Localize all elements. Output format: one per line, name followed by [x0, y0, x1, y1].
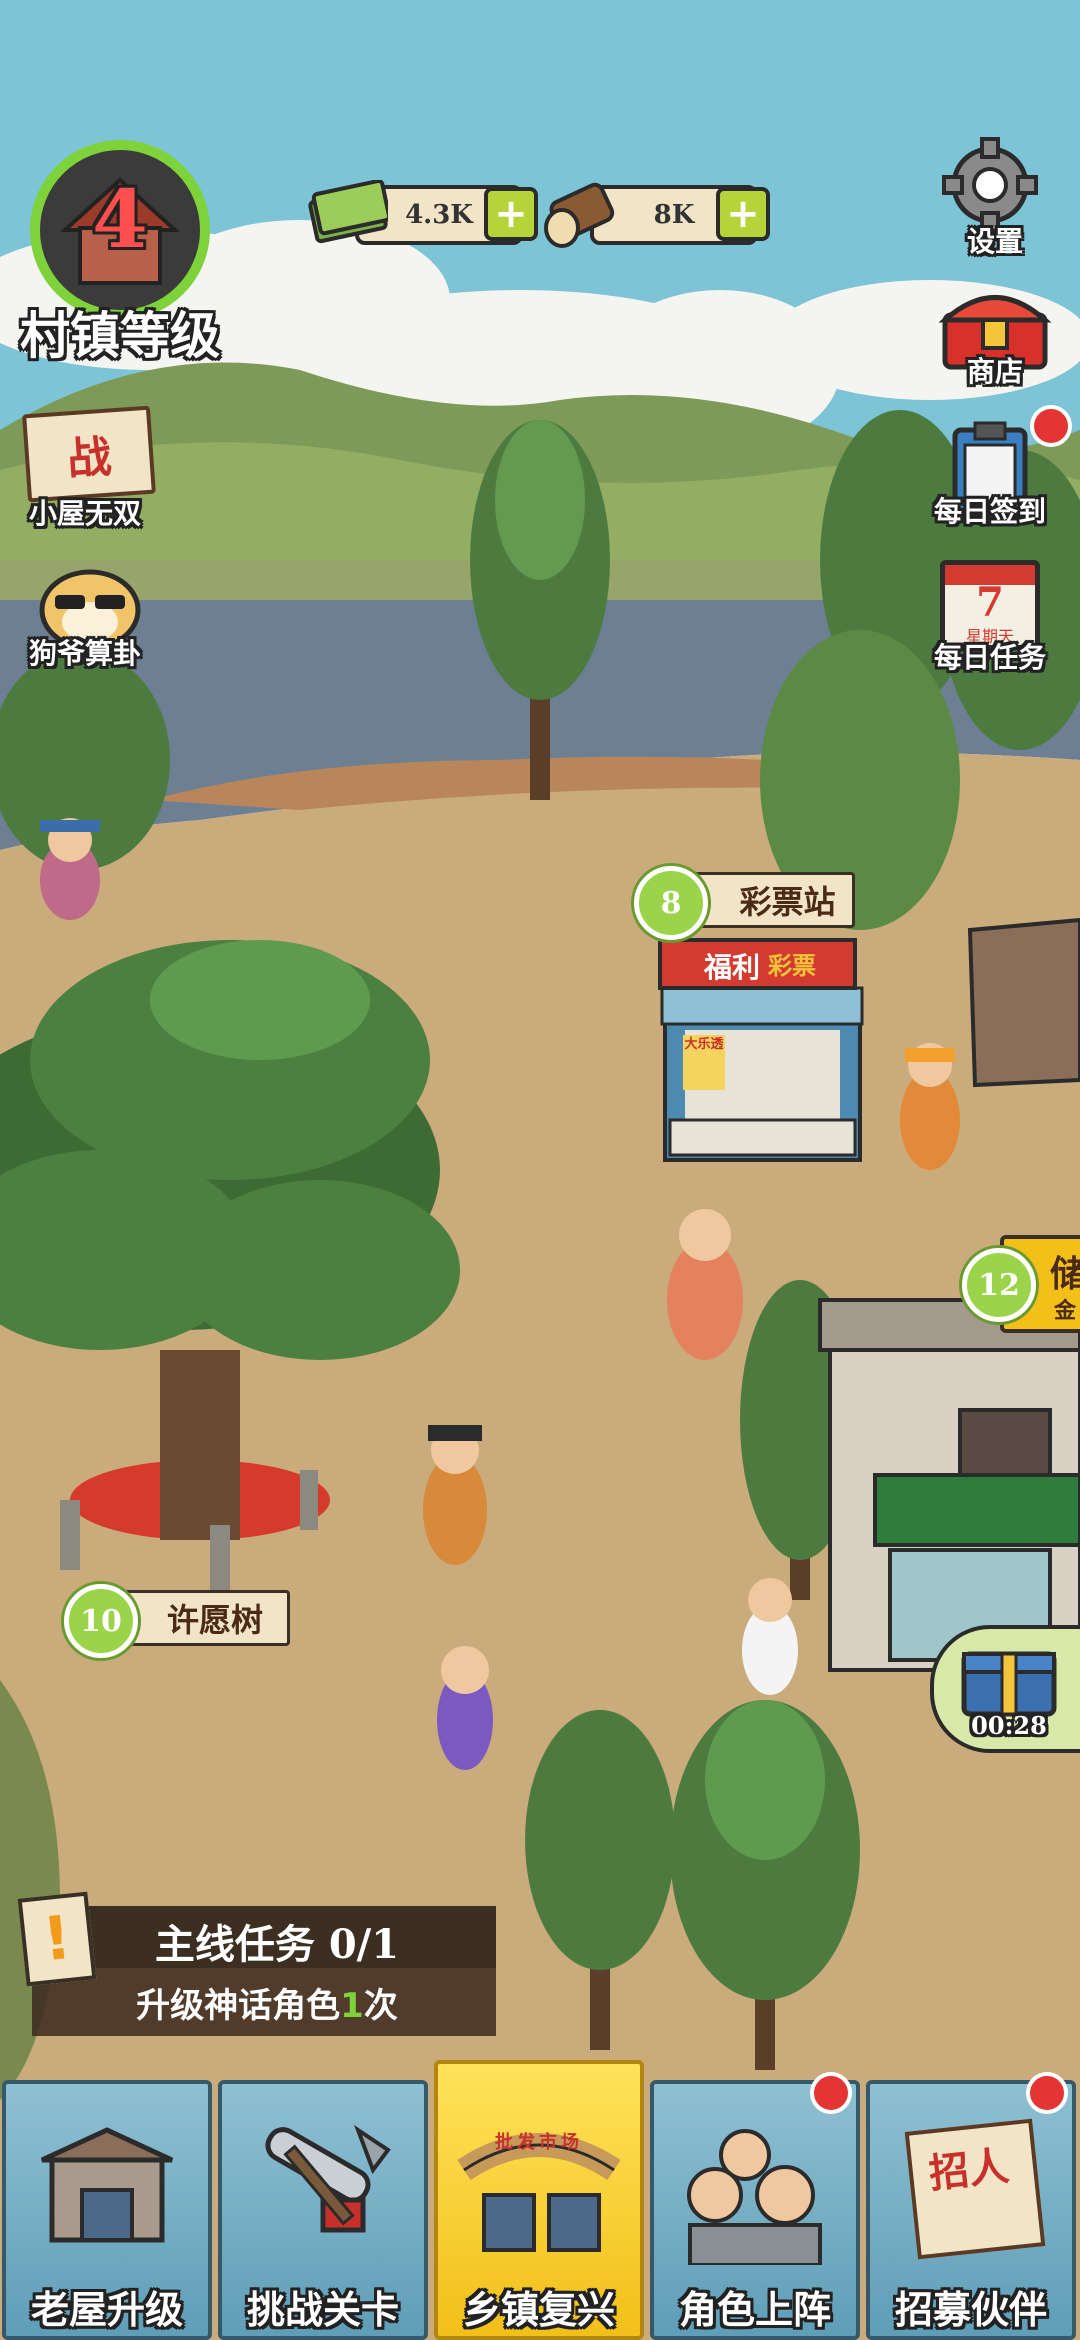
nav-challenge-stage[interactable]: 挑战关卡 — [218, 2070, 428, 2340]
nav-label: 招募伙伴 — [894, 2288, 1047, 2332]
cash-icon — [308, 180, 388, 244]
cash-amount: 4.3K — [405, 200, 473, 230]
nav-town-revival[interactable]: 批发市场 乡镇复兴 — [434, 2060, 644, 2340]
savings-level[interactable]: 12 — [962, 1248, 1036, 1322]
task-title: 主线任务 0/1 — [154, 1921, 400, 1968]
lottery-sign-left: 福利 — [703, 951, 760, 984]
wood-log-icon — [544, 182, 615, 248]
task-desc-count: 1 — [340, 1986, 364, 2026]
reward-timer: 00:28 — [971, 1711, 1047, 1740]
add-cash-button[interactable]: + — [484, 187, 538, 241]
wishing-tree-name: 许愿树 — [166, 1601, 263, 1639]
lottery-sign-right: 彩票 — [768, 952, 816, 980]
town-level-badge[interactable]: 4 — [30, 140, 210, 320]
nav-label: 角色上阵 — [678, 2288, 831, 2332]
characters-group-icon — [687, 2129, 822, 2265]
battle-sign-icon[interactable]: 战 — [22, 405, 156, 503]
chainsaw-shovel-icon — [265, 2124, 391, 2233]
nav-badge-dot — [1026, 2072, 1068, 2114]
savings-name: 储 — [1050, 1253, 1080, 1295]
lottery-kiosk-sign: 福利 彩票 — [665, 946, 855, 984]
town-level-label: 村镇等级 — [20, 307, 220, 365]
town-level-number: 4 — [92, 172, 148, 266]
recruit-poster-icon: 招人 — [904, 2118, 1046, 2260]
supply-crate-icon — [961, 1651, 1057, 1717]
calendar-day: 7 — [976, 579, 1004, 626]
exclamation-icon: ! — [17, 1891, 97, 1987]
lottery-poster-text: 大乐透 — [684, 1037, 724, 1052]
nav-label: 老屋升级 — [30, 2288, 183, 2332]
nav-house-upgrade[interactable]: 老屋升级 — [2, 2070, 212, 2340]
game-scene: 4 村镇等级 4.3K + 8K + 设置 商店 每日签到 7 星期天 每日任务… — [0, 0, 1080, 2340]
recruit-sign-text: 招人 — [926, 2142, 1012, 2198]
daily-checkin-label[interactable]: 每日签到 — [905, 490, 1075, 530]
lottery-station-level[interactable]: 8 — [634, 866, 708, 940]
market-sign-text: 批发市场 — [495, 2132, 583, 2153]
task-desc-before: 升级神话角色 — [136, 1986, 341, 2026]
nav-label: 乡镇复兴 — [462, 2288, 615, 2332]
savings-subtext: 金 — [1054, 1299, 1077, 1324]
nav-deploy-characters[interactable]: 角色上阵 — [650, 2070, 860, 2340]
hut-battle-label[interactable]: 小屋无双 — [0, 492, 170, 532]
shop-label[interactable]: 商店 — [910, 350, 1080, 390]
reward-box-widget[interactable]: 00:28 — [930, 1625, 1080, 1753]
old-house-icon — [40, 2127, 174, 2243]
add-wood-button[interactable]: + — [716, 187, 770, 241]
settings-label[interactable]: 设置 — [910, 220, 1080, 260]
daily-task-label[interactable]: 每日任务 — [905, 636, 1075, 676]
wishing-tree-level[interactable]: 10 — [64, 1584, 138, 1658]
nav-recruit-partner[interactable]: 招人 招募伙伴 — [866, 2070, 1076, 2340]
task-description: 升级神话角色1次 — [52, 1978, 482, 2027]
nav-label: 挑战关卡 — [246, 2288, 399, 2332]
task-desc-after: 次 — [363, 1986, 398, 2026]
lottery-station-name: 彩票站 — [739, 883, 836, 921]
dog-fortune-label[interactable]: 狗爷算卦 — [0, 632, 170, 672]
wood-amount: 8K — [653, 200, 695, 230]
nav-badge-dot — [810, 2072, 852, 2114]
